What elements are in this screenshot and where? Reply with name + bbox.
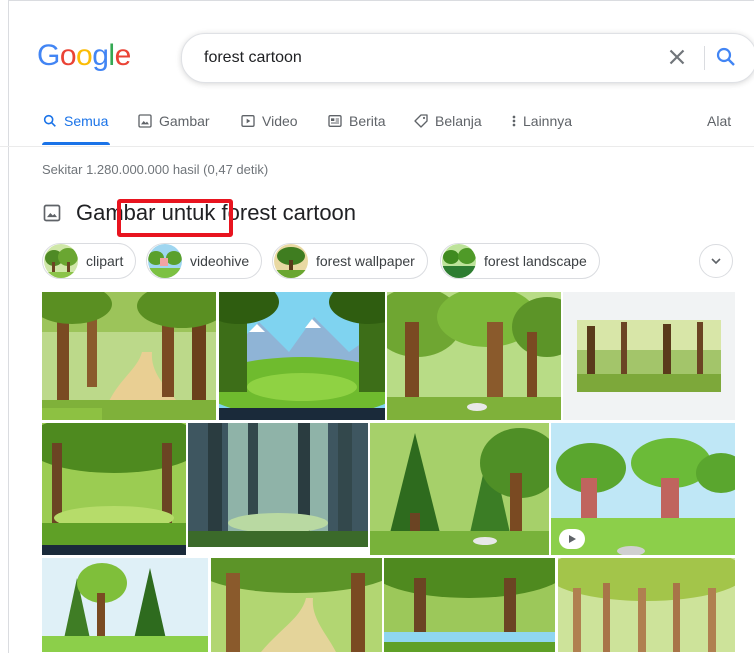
tab-label: Video [262, 113, 298, 129]
tab-video[interactable]: Video [240, 112, 298, 145]
chip-thumbnail [44, 244, 78, 278]
news-icon [328, 115, 342, 127]
image-result[interactable] [551, 423, 735, 555]
play-icon [569, 535, 576, 543]
image-result[interactable] [387, 292, 561, 420]
image-icon [138, 114, 152, 128]
image-grid [42, 292, 754, 652]
tab-semua[interactable]: Semua [42, 112, 110, 145]
close-icon[interactable] [664, 44, 690, 70]
image-result[interactable] [42, 423, 186, 555]
tab-label: Berita [349, 113, 386, 129]
chip-thumbnail [442, 244, 476, 278]
tab-berita[interactable]: Berita [327, 112, 386, 145]
chip-thumbnail [148, 244, 182, 278]
play-button[interactable] [559, 529, 585, 549]
chip-label: forest landscape [484, 253, 587, 269]
tab-lainnya[interactable]: Lainnya [507, 112, 572, 145]
result-stats: Sekitar 1.280.000.000 hasil (0,47 detik) [42, 162, 269, 177]
image-result[interactable] [563, 292, 735, 420]
chip-clipart[interactable]: clipart [42, 243, 137, 279]
logo-letter: o [76, 39, 93, 72]
logo-letter: e [114, 39, 132, 72]
tab-label: Semua [64, 113, 109, 129]
chip-label: clipart [86, 253, 124, 269]
search-box[interactable]: forest cartoon [181, 33, 754, 83]
logo-letter: o [59, 39, 77, 72]
search-input[interactable]: forest cartoon [204, 49, 302, 67]
search-tabs: Semua Gambar Video Berita Belanja Lainny… [0, 112, 754, 147]
image-result[interactable] [42, 558, 208, 652]
image-result[interactable] [211, 558, 382, 652]
image-icon [43, 204, 61, 222]
search-icon[interactable] [714, 45, 738, 69]
image-result[interactable] [384, 558, 555, 652]
tab-gambar[interactable]: Gambar [137, 112, 210, 145]
tab-label: Lainnya [523, 113, 573, 129]
image-result[interactable] [219, 292, 385, 420]
tag-icon [414, 114, 428, 128]
tab-label: Gambar [159, 113, 210, 129]
image-result[interactable] [370, 423, 549, 555]
tools-button[interactable]: Alat [707, 113, 731, 129]
chip-label: videohive [190, 253, 250, 269]
chip-label: forest wallpaper [316, 253, 415, 269]
video-icon [241, 115, 255, 127]
search-icon [43, 114, 56, 127]
chip-videohive[interactable]: videohive [146, 243, 263, 279]
chevron-down-icon [711, 258, 721, 265]
tab-belanja[interactable]: Belanja [413, 112, 482, 145]
chip-forest-wallpaper[interactable]: forest wallpaper [272, 243, 428, 279]
tab-label: Belanja [435, 113, 482, 129]
search-divider [704, 46, 705, 70]
chip-thumbnail [274, 244, 308, 278]
highlight-box [117, 199, 233, 237]
logo-letter: g [92, 39, 109, 72]
chip-forest-landscape[interactable]: forest landscape [440, 243, 600, 279]
image-result[interactable] [188, 423, 368, 555]
image-result[interactable] [558, 558, 735, 652]
image-result[interactable] [42, 292, 216, 420]
more-vert-icon [512, 115, 516, 127]
google-logo[interactable]: Google [37, 39, 131, 73]
logo-letter: G [37, 39, 60, 72]
expand-chips-button[interactable] [699, 244, 733, 278]
